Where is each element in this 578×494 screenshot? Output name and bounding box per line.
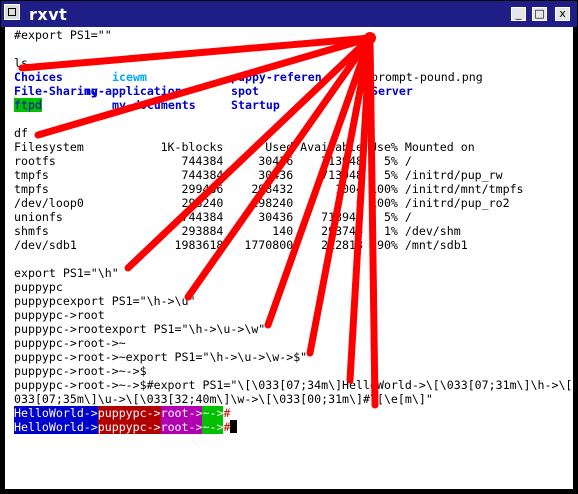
annotation-arrows-overlay [18, 32, 379, 409]
rxvt-window: rxvt _ □ x #export PS1="" ls Choices icew… [0, 0, 578, 494]
annotation-origin [364, 32, 376, 44]
annotation-arrow [366, 34, 379, 409]
